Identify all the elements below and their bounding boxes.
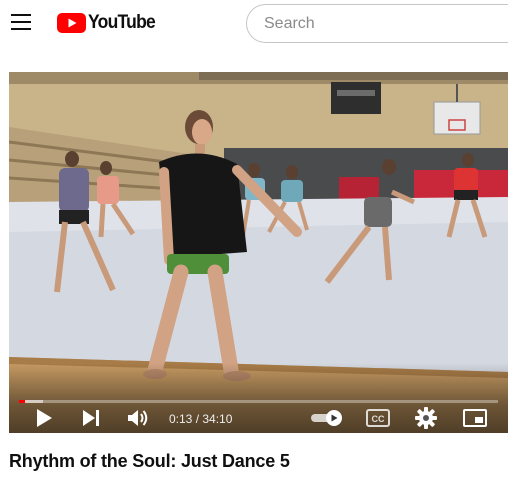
captions-icon: CC [366, 409, 390, 427]
player-controls: 0:13 / 34:10 CC [9, 363, 508, 433]
search-box[interactable] [246, 4, 508, 43]
svg-text:CC: CC [372, 414, 385, 424]
video-title: Rhythm of the Soul: Just Dance 5 [9, 451, 290, 471]
youtube-play-logo-icon [57, 13, 86, 33]
youtube-logo[interactable]: YouTube [57, 11, 161, 35]
masthead: YouTube [0, 0, 508, 46]
gear-icon [415, 407, 437, 429]
play-icon [37, 409, 52, 427]
autoplay-toggle-icon [311, 410, 342, 426]
autoplay-toggle[interactable] [309, 406, 345, 430]
menu-icon[interactable] [11, 14, 31, 30]
youtube-logo-text: YouTube [88, 12, 156, 33]
play-button[interactable] [33, 406, 55, 430]
time-display: 0:13 / 34:10 [169, 412, 233, 426]
volume-icon [128, 410, 148, 426]
captions-button[interactable]: CC [365, 406, 391, 430]
next-button[interactable] [79, 406, 103, 430]
video-player[interactable]: 0:13 / 34:10 CC [9, 72, 508, 433]
next-icon [83, 410, 99, 426]
settings-button[interactable] [413, 406, 439, 430]
miniplayer-button[interactable] [461, 406, 489, 430]
progress-played [19, 400, 26, 403]
search-input[interactable] [247, 5, 508, 42]
volume-button[interactable] [125, 406, 151, 430]
miniplayer-icon [463, 409, 487, 427]
progress-bar[interactable] [19, 400, 498, 403]
